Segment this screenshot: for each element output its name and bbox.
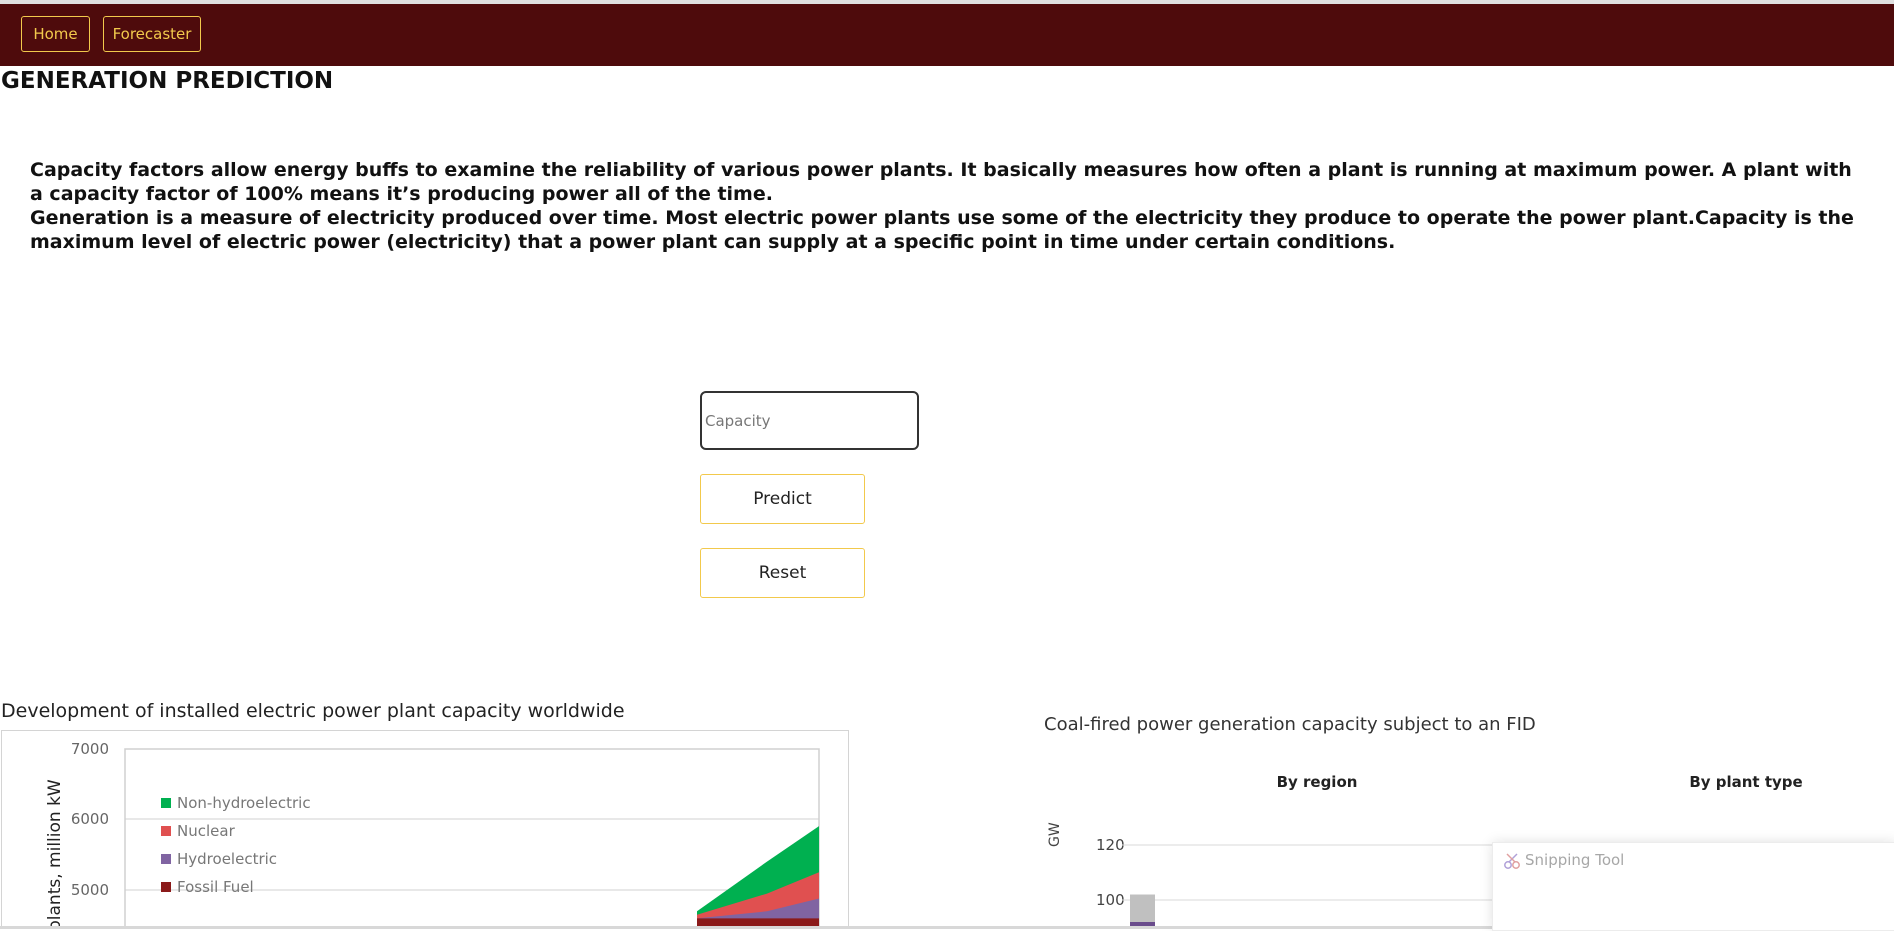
y-tick-7000: 7000 — [71, 740, 109, 758]
area-series-group — [697, 826, 819, 928]
legend-swatch-fossil — [161, 882, 171, 892]
chart-title-coal-fired: Coal-fired power generation capacity sub… — [1044, 714, 1536, 735]
installed-capacity-chart: 7000 6000 5000 plants, million kW Non-hy… — [1, 730, 849, 929]
legend: Non-hydroelectric Nuclear Hydroelectric … — [161, 794, 311, 896]
legend-label-nuclear: Nuclear — [177, 822, 236, 840]
capacity-input[interactable] — [700, 391, 919, 450]
y-tick-6000: 6000 — [71, 810, 109, 828]
home-nav-button[interactable]: Home — [21, 16, 90, 52]
legend-swatch-hydro — [161, 854, 171, 864]
y-axis-label-gw: GW — [1047, 822, 1063, 847]
installed-capacity-svg: 7000 6000 5000 plants, million kW Non-hy… — [45, 740, 820, 929]
y-tick-120: 120 — [1096, 836, 1125, 854]
snipping-tool-label: Snipping Tool — [1525, 851, 1625, 869]
description: Capacity factors allow energy buffs to e… — [30, 158, 1870, 254]
legend-label-fossil: Fossil Fuel — [177, 878, 254, 896]
y-axis-label: plants, million kW — [45, 779, 65, 929]
reset-button[interactable]: Reset — [700, 548, 865, 598]
panel-title-by-plant-type: By plant type — [1689, 773, 1802, 791]
navbar: Home Forecaster — [0, 4, 1894, 66]
predict-button[interactable]: Predict — [700, 474, 865, 524]
snipping-tool-overlay[interactable]: Snipping Tool — [1492, 842, 1894, 931]
legend-swatch-nuclear — [161, 826, 171, 836]
y-tick-5000: 5000 — [71, 881, 109, 899]
y-tick-100: 100 — [1096, 891, 1125, 909]
page-title: GENERATION PREDICTION — [1, 68, 334, 94]
description-generation: Generation is a measure of electricity p… — [30, 207, 1854, 253]
chart-title-installed-capacity: Development of installed electric power … — [1, 700, 625, 722]
legend-label-non-hydro: Non-hydroelectric — [177, 794, 311, 812]
panel-title-by-region: By region — [1277, 773, 1358, 791]
legend-swatch-non-hydro — [161, 798, 171, 808]
description-capacity-factors: Capacity factors allow energy buffs to e… — [30, 159, 1852, 205]
forecaster-nav-button[interactable]: Forecaster — [103, 16, 201, 52]
legend-label-hydro: Hydroelectric — [177, 850, 277, 868]
scissors-icon — [1504, 853, 1520, 869]
